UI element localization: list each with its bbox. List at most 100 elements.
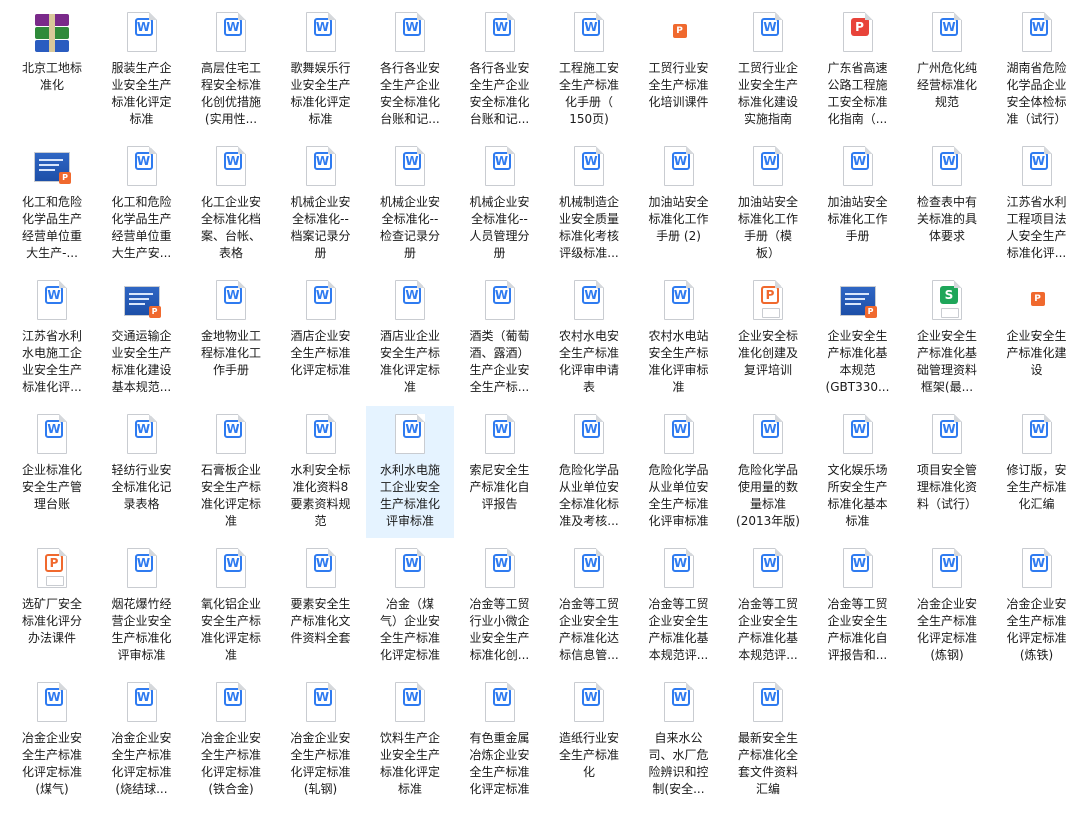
file-name-label: 饮料生产企 业安全生产 标准化评定 标准 [379, 731, 440, 796]
file-item[interactable]: W 机械企业安 全标准化-- 检查记录分 册 [366, 138, 454, 270]
file-item[interactable]: W 水利水电施 工企业安全 生产标准化 评审标准 [366, 406, 454, 538]
file-item[interactable]: S 企业安全生 产标准化基 础管理资料 框架(最... [903, 272, 991, 404]
file-item[interactable]: W 服装生产企 业安全生产 标准化评定 标准 [98, 4, 186, 136]
file-item[interactable]: W 修订版，安 全生产标准 化汇编 [993, 406, 1080, 538]
file-name-label: 湖南省危险 化学品企业 安全体检标 准（试行） [1006, 61, 1067, 126]
file-item[interactable]: W 各行各业安 全生产企业 安全标准化 台账和记... [456, 4, 544, 136]
file-item[interactable]: W 歌舞娱乐行 业安全生产 标准化评定 标准 [277, 4, 365, 136]
file-item[interactable]: P 选矿厂安全 标准化评分 办法课件 [8, 540, 96, 672]
file-item[interactable]: W 机械制造企 业安全质量 标准化考核 评级标准... [545, 138, 633, 270]
file-item[interactable]: W 自来水公 司、水厂危 险辨识和控 制(安全... [635, 674, 723, 806]
file-item[interactable]: W 酒类（葡萄 酒、露酒） 生产企业安 全生产标... [456, 272, 544, 404]
file-item[interactable]: P 企业安全标 准化创建及 复评培训 [724, 272, 812, 404]
file-item[interactable]: W 冶金（煤 气）企业安 全生产标准 化评定标准 [366, 540, 454, 672]
file-item[interactable]: P 广东省高速 公路工程施 工安全标准 化指南（... [814, 4, 902, 136]
word-doc-icon: W [482, 414, 518, 456]
file-item[interactable]: W 冶金企业安 全生产标准 化评定标准 (烧结球... [98, 674, 186, 806]
file-item[interactable]: W 加油站安全 标准化工作 手册（模 板） [724, 138, 812, 270]
file-name-label: 各行各业安 全生产企业 安全标准化 台账和记... [379, 61, 440, 126]
file-item[interactable]: W 氧化铝企业 安全生产标 准化评定标 准 [187, 540, 275, 672]
file-item[interactable]: W 加油站安全 标准化工作 手册 (2) [635, 138, 723, 270]
word-doc-icon: W [661, 146, 697, 188]
file-item[interactable]: W 高层住宅工 程安全标准 化创优措施 (实用性... [187, 4, 275, 136]
file-item[interactable]: W 企业标准化 安全生产管 理台账 [8, 406, 96, 538]
file-item[interactable]: W 有色重金属 冶炼企业安 全生产标准 化评定标准 [456, 674, 544, 806]
file-item[interactable]: W 工贸行业企 业安全生产 标准化建设 实施指南 [724, 4, 812, 136]
file-item[interactable]: W 湖南省危险 化学品企业 安全体检标 准（试行） [993, 4, 1080, 136]
file-name-label: 氧化铝企业 安全生产标 准化评定标 准 [200, 597, 261, 662]
file-item[interactable]: W 冶金等工贸 企业安全生 产标准化基 本规范评... [724, 540, 812, 672]
file-item[interactable]: W 冶金企业安 全生产标准 化评定标准 (煤气) [8, 674, 96, 806]
file-item[interactable]: W 酒店企业安 全生产标准 化评定标准 [277, 272, 365, 404]
file-item[interactable]: W 造纸行业安 全生产标准 化 [545, 674, 633, 806]
file-item[interactable]: W 酒店业企业 安全生产标 准化评定标 准 [366, 272, 454, 404]
file-name-label: 化工和危险 化学品生产 经营单位重 大生产安... [111, 195, 172, 260]
file-item[interactable]: W 烟花爆竹经 营企业安全 生产标准化 评审标准 [98, 540, 186, 672]
file-name-label: 广州危化纯 经营标准化 规范 [916, 61, 977, 109]
file-item[interactable]: 北京工地标 准化 [8, 4, 96, 136]
word-doc-icon: W [840, 548, 876, 590]
word-doc-icon: W [124, 12, 160, 54]
file-item[interactable]: W 水利安全标 准化资料8 要素资料规 范 [277, 406, 365, 538]
word-doc-icon: W [392, 548, 428, 590]
file-item[interactable]: W 各行各业安 全生产企业 安全标准化 台账和记... [366, 4, 454, 136]
file-item[interactable]: W 广州危化纯 经营标准化 规范 [903, 4, 991, 136]
file-name-label: 加油站安全 标准化工作 手册 (2) [648, 195, 709, 243]
file-item[interactable]: W 冶金等工贸 行业小微企 业安全生产 标准化创... [456, 540, 544, 672]
file-name-label: 冶金等工贸 企业安全生 产标准化基 本规范评... [648, 597, 709, 662]
word-doc-icon: W [482, 12, 518, 54]
word-doc-icon: W [661, 548, 697, 590]
file-item[interactable]: W 危险化学品 从业单位安 全标准化标 准及考核... [545, 406, 633, 538]
file-item[interactable]: W 机械企业安 全标准化-- 人员管理分 册 [456, 138, 544, 270]
archive-icon [34, 12, 70, 54]
file-item[interactable]: W 项目安全管 理标准化资 料（试行） [903, 406, 991, 538]
file-item[interactable]: W 化工和危险 化学品生产 经营单位重 大生产安... [98, 138, 186, 270]
file-name-label: 冶金等工贸 企业安全生 产标准化达 标信息管... [558, 597, 619, 662]
file-item[interactable]: W 冶金等工贸 企业安全生 产标准化基 本规范评... [635, 540, 723, 672]
file-item[interactable]: W 检查表中有 关标准的具 体要求 [903, 138, 991, 270]
file-item[interactable]: W 冶金企业安 全生产标准 化评定标准 (炼钢) [903, 540, 991, 672]
file-name-label: 检查表中有 关标准的具 体要求 [916, 195, 977, 243]
word-doc-icon: W [303, 414, 339, 456]
file-item[interactable]: W 金地物业工 程标准化工 作手册 [187, 272, 275, 404]
file-item[interactable]: W 冶金等工贸 企业安全生 产标准化达 标信息管... [545, 540, 633, 672]
file-item[interactable]: W 机械企业安 全标准化-- 档案记录分 册 [277, 138, 365, 270]
word-doc-icon: W [750, 548, 786, 590]
file-item[interactable]: W 冶金企业安 全生产标准 化评定标准 (铁合金) [187, 674, 275, 806]
file-name-label: 有色重金属 冶炼企业安 全生产标准 化评定标准 [469, 731, 530, 796]
file-item[interactable]: W 冶金企业安 全生产标准 化评定标准 (轧钢) [277, 674, 365, 806]
file-item[interactable]: W 江苏省水利 工程项目法 人安全生产 标准化评... [993, 138, 1080, 270]
word-doc-icon: W [571, 682, 607, 724]
file-item[interactable]: W 冶金等工贸 企业安全生 产标准化自 评报告和... [814, 540, 902, 672]
file-item[interactable]: P 企业安全生 产标准化基 本规范 (GBT330... [814, 272, 902, 404]
file-item[interactable]: W 最新安全生 产标准化全 套文件资料 汇编 [724, 674, 812, 806]
file-item[interactable]: P 化工和危险 化学品生产 经营单位重 大生产-... [8, 138, 96, 270]
file-item[interactable]: W 要素安全生 产标准化文 件资料全套 [277, 540, 365, 672]
file-item[interactable]: W 江苏省水利 水电施工企 业安全生产 标准化评... [8, 272, 96, 404]
file-item[interactable]: W 冶金企业安 全生产标准 化评定标准 (炼铁) [993, 540, 1080, 672]
ppt-doc-icon: P [750, 280, 786, 322]
file-item[interactable]: W 工程施工安 全生产标准 化手册（ 150页) [545, 4, 633, 136]
file-name-label: 加油站安全 标准化工作 手册 [827, 195, 888, 243]
file-item[interactable]: W 农村水电安 全生产标准 化评审申请 表 [545, 272, 633, 404]
file-item[interactable]: W 加油站安全 标准化工作 手册 [814, 138, 902, 270]
file-item[interactable]: W 饮料生产企 业安全生产 标准化评定 标准 [366, 674, 454, 806]
file-item[interactable]: P 工贸行业安 全生产标准 化培训课件 [635, 4, 723, 136]
word-doc-icon: W [213, 414, 249, 456]
file-item[interactable]: P 交通运输企 业安全生产 标准化建设 基本规范... [98, 272, 186, 404]
file-name-label: 修订版，安 全生产标准 化汇编 [1006, 463, 1067, 511]
file-item[interactable]: W 索尼安全生 产标准化自 评报告 [456, 406, 544, 538]
file-item[interactable]: W 农村水电站 安全生产标 准化评审标 准 [635, 272, 723, 404]
file-item[interactable]: W 轻纺行业安 全标准化记 录表格 [98, 406, 186, 538]
file-item[interactable]: W 危险化学品 使用量的数 量标准 (2013年版) [724, 406, 812, 538]
file-item[interactable]: W 化工企业安 全标准化档 案、台帐、 表格 [187, 138, 275, 270]
file-item[interactable]: W 危险化学品 从业单位安 全生产标准 化评审标准 [635, 406, 723, 538]
file-item[interactable]: W 石膏板企业 安全生产标 准化评定标 准 [187, 406, 275, 538]
file-name-label: 化工企业安 全标准化档 案、台帐、 表格 [200, 195, 261, 260]
file-name-label: 危险化学品 从业单位安 全生产标准 化评审标准 [648, 463, 709, 528]
file-item[interactable]: P 企业安全生 产标准化建 设 [993, 272, 1080, 404]
ppt-icon: P [661, 12, 697, 54]
file-name-label: 企业安全生 产标准化建 设 [1006, 329, 1067, 377]
word-doc-icon: W [303, 682, 339, 724]
file-item[interactable]: W 文化娱乐场 所安全生产 标准化基本 标准 [814, 406, 902, 538]
